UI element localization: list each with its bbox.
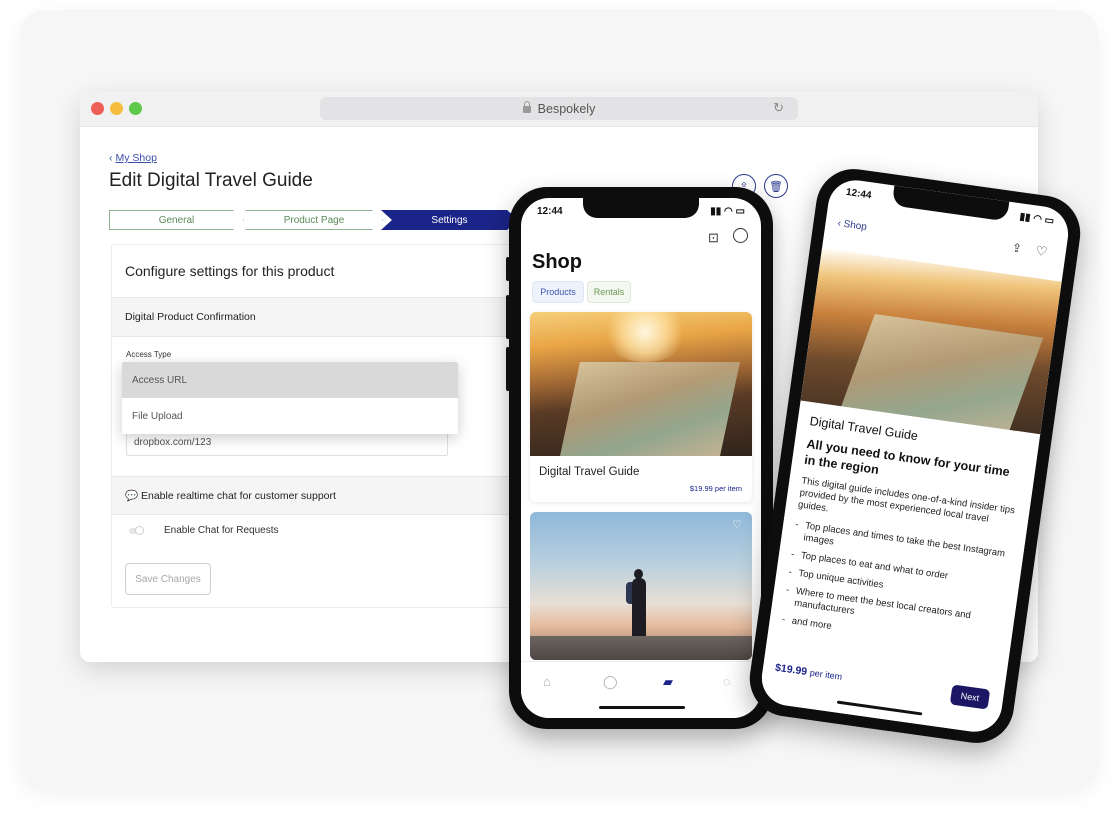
step-general[interactable]: General [109, 210, 244, 230]
product-price: $19.99 per item [690, 484, 742, 493]
share-icon[interactable]: ⇪ [1011, 241, 1023, 256]
bottom-tab-bar: ⌂ ◯ ▰ ◌ [521, 661, 761, 718]
step-product-page[interactable]: Product Page [245, 210, 383, 230]
tab-products[interactable]: Products [532, 281, 584, 303]
next-button[interactable]: Next [949, 684, 991, 710]
save-button[interactable]: Save Changes [125, 563, 211, 595]
step-settings[interactable]: Settings [381, 210, 518, 230]
step-general-label: General [158, 214, 195, 226]
phone-shop: 12:44 ▮▮ ◠ ▭ ⊡ Shop Products Rentals Dig… [506, 187, 773, 729]
product-price-value: $19.99 [689, 484, 713, 493]
access-type-dropdown[interactable]: Access URL File Upload [122, 362, 458, 434]
product-card[interactable]: Digital Travel Guide $19.99 per item [530, 312, 752, 502]
status-icons-2: ▮▮ ◠ ▭ [1018, 211, 1055, 228]
product-detail-body: Digital Travel Guide All you need to kno… [758, 400, 1041, 736]
chat-icon[interactable]: ◯ [603, 674, 618, 690]
profile-icon[interactable] [733, 228, 748, 243]
map-graphic [560, 362, 740, 456]
status-icons: ▮▮ ◠ ▭ [710, 206, 745, 217]
mountain-ridge [530, 636, 752, 660]
hiker-figure [632, 578, 646, 640]
option-file-upload[interactable]: File Upload [122, 398, 458, 434]
feature-list: - Top places and times to take the best I… [780, 519, 1014, 663]
address-bar-text: Bespokely [537, 101, 596, 116]
minimize-window-button[interactable] [110, 102, 123, 115]
phone-mute-switch [506, 257, 510, 281]
chat-toggle-label: Enable Chat for Requests [164, 525, 279, 536]
product-name: Digital Travel Guide [539, 466, 640, 478]
address-bar[interactable]: Bespokely ↻ [320, 97, 798, 120]
shop-screen: 12:44 ▮▮ ◠ ▭ ⊡ Shop Products Rentals Dig… [521, 198, 761, 718]
heart-icon[interactable]: ♡ [732, 518, 742, 531]
chat-section: 💬 Enable realtime chat for customer supp… [112, 476, 532, 515]
product-card-hiker[interactable]: ♡ [530, 512, 752, 660]
confirmation-section: Digital Product Confirmation [112, 298, 532, 337]
chevron-left-icon: ‹ [109, 152, 113, 164]
home-indicator [599, 706, 685, 709]
phone-volume-down [506, 347, 510, 391]
detail-price-unit: per item [809, 667, 843, 682]
browser-titlebar: Bespokely ↻ [80, 92, 1038, 127]
status-time: 12:44 [537, 206, 563, 217]
reload-icon[interactable]: ↻ [773, 100, 784, 116]
chat-toggle-row: Enable Chat for Requests [129, 525, 279, 536]
settings-heading: Configure settings for this product [112, 245, 532, 298]
close-window-button[interactable] [91, 102, 104, 115]
maximize-window-button[interactable] [129, 102, 142, 115]
shop-bag-icon[interactable]: ▰ [663, 674, 673, 690]
shop-title: Shop [532, 251, 582, 273]
back-to-shop[interactable]: ‹ Shop [837, 218, 868, 233]
detail-price-value: $19.99 [774, 661, 808, 679]
option-access-url[interactable]: Access URL [122, 362, 458, 398]
phone-volume-up [506, 295, 510, 339]
access-type-label: Access Type [126, 350, 172, 359]
step-settings-label: Settings [431, 214, 468, 226]
status-time-2: 12:44 [845, 186, 873, 202]
lock-icon [522, 101, 531, 113]
qr-scan-icon[interactable]: ⊡ [708, 230, 719, 246]
product-price-unit: per item [714, 484, 742, 493]
list-item-text: and more [791, 615, 833, 632]
status-bar: 12:44 ▮▮ ◠ ▭ [537, 206, 745, 217]
trash-icon[interactable]: 🗑 [764, 174, 788, 198]
heart-icon[interactable]: ♡ [1035, 243, 1049, 260]
back-link-label: My Shop [115, 152, 157, 164]
detail-price: $19.99 per item [774, 662, 843, 683]
sun-glow [600, 312, 690, 362]
step-product-page-label: Product Page [283, 214, 345, 226]
chat-toggle[interactable] [129, 525, 144, 535]
more-icon[interactable]: ◌ [723, 674, 731, 689]
tab-rentals[interactable]: Rentals [587, 281, 631, 303]
home-icon[interactable]: ⌂ [543, 674, 551, 689]
back-to-shop-label: Shop [842, 218, 868, 234]
product-image [530, 312, 752, 456]
back-link[interactable]: ‹ My Shop [109, 152, 989, 164]
